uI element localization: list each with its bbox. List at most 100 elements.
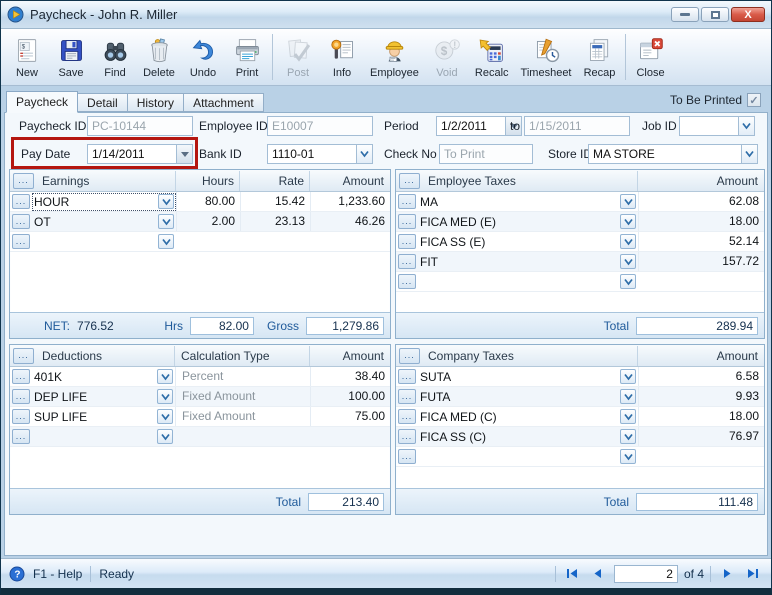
cell-amount[interactable]: 6.58	[638, 367, 764, 386]
delete-button[interactable]: Delete	[137, 30, 181, 84]
row-name-cell[interactable]: FIT	[418, 253, 638, 271]
row-dropdown-button[interactable]	[620, 369, 636, 384]
row-name-cell[interactable]: SUP LIFE	[32, 408, 175, 426]
row-name-cell[interactable]: FICA SS (E)	[418, 233, 638, 251]
row-dropdown-button[interactable]	[157, 429, 173, 444]
undo-button[interactable]: Undo	[181, 30, 225, 84]
info-button[interactable]: Info	[320, 30, 364, 84]
cell-amount[interactable]: 75.00	[310, 407, 390, 426]
row-ellipsis-button[interactable]: ...	[12, 429, 30, 444]
job-id-dropdown-button[interactable]	[738, 117, 754, 135]
grid-options-button[interactable]: ...	[13, 348, 34, 364]
row-name-cell[interactable]	[418, 273, 638, 291]
bank-id-combo[interactable]: 1110-01	[267, 144, 373, 164]
cell-amount[interactable]: 46.26	[310, 212, 390, 231]
store-id-combo[interactable]: MA STORE	[588, 144, 758, 164]
grid-options-button[interactable]: ...	[399, 348, 420, 364]
row-dropdown-button[interactable]	[157, 409, 173, 424]
job-id-combo[interactable]	[679, 116, 755, 136]
row-ellipsis-button[interactable]: ...	[398, 369, 416, 384]
row-ellipsis-button[interactable]: ...	[12, 409, 30, 424]
row-dropdown-button[interactable]	[620, 194, 636, 209]
to-be-printed-checkbox[interactable]	[747, 93, 761, 107]
row-ellipsis-button[interactable]: ...	[398, 234, 416, 249]
row-dropdown-button[interactable]	[620, 449, 636, 464]
cell-amount[interactable]: 76.97	[638, 427, 764, 446]
row-ellipsis-button[interactable]: ...	[398, 194, 416, 209]
row-name-cell[interactable]	[32, 428, 175, 446]
minimize-button[interactable]	[671, 7, 699, 22]
row-name-cell[interactable]: FICA MED (E)	[418, 213, 638, 231]
row-name-cell[interactable]: HOUR	[32, 193, 176, 211]
cell-amount[interactable]: 18.00	[638, 407, 764, 426]
cell-amount[interactable]: 52.14	[638, 232, 764, 251]
cell-amount[interactable]: 157.72	[638, 252, 764, 271]
cell-amount[interactable]: 38.40	[310, 367, 390, 386]
save-button[interactable]: Save	[49, 30, 93, 84]
employee-button[interactable]: Employee	[364, 30, 425, 84]
row-dropdown-button[interactable]	[620, 254, 636, 269]
cell-amount[interactable]: 18.00	[638, 212, 764, 231]
store-id-dropdown-button[interactable]	[741, 145, 757, 163]
page-number-input[interactable]: 2	[614, 565, 678, 583]
timesheet-button[interactable]: Timesheet	[515, 30, 578, 84]
pay-date-combo[interactable]: 1/14/2011	[87, 144, 193, 164]
last-page-button[interactable]	[743, 565, 763, 583]
tab-attachment[interactable]: Attachment	[184, 93, 264, 112]
row-dropdown-button[interactable]	[157, 369, 173, 384]
row-name-cell[interactable]: SUTA	[418, 368, 638, 386]
row-ellipsis-button[interactable]: ...	[398, 409, 416, 424]
row-dropdown-button[interactable]	[157, 389, 173, 404]
cell-hours[interactable]: 80.00	[176, 192, 240, 211]
row-name-cell[interactable]: FICA SS (C)	[418, 428, 638, 446]
row-name-cell[interactable]: FUTA	[418, 388, 638, 406]
row-dropdown-button[interactable]	[620, 429, 636, 444]
row-dropdown-button[interactable]	[158, 194, 174, 209]
cell-rate[interactable]: 23.13	[240, 212, 310, 231]
row-ellipsis-button[interactable]: ...	[398, 449, 416, 464]
row-ellipsis-button[interactable]: ...	[398, 214, 416, 229]
cell-amount[interactable]: 62.08	[638, 192, 764, 211]
row-name-cell[interactable]: FICA MED (C)	[418, 408, 638, 426]
row-ellipsis-button[interactable]: ...	[12, 214, 30, 229]
row-ellipsis-button[interactable]: ...	[12, 194, 30, 209]
print-button[interactable]: Print	[225, 30, 269, 84]
cell-calculation-type[interactable]: Percent	[175, 367, 310, 386]
row-dropdown-button[interactable]	[620, 409, 636, 424]
row-dropdown-button[interactable]	[620, 234, 636, 249]
cell-amount[interactable]: 9.93	[638, 387, 764, 406]
new-button[interactable]: $ New	[5, 30, 49, 84]
row-dropdown-button[interactable]	[158, 234, 174, 249]
row-name-cell[interactable]: OT	[32, 213, 176, 231]
row-ellipsis-button[interactable]: ...	[12, 389, 30, 404]
close-window-button[interactable]: X	[731, 7, 765, 22]
cell-amount[interactable]: 100.00	[310, 387, 390, 406]
pay-date-dropdown-arrow-icon[interactable]	[176, 145, 192, 163]
maximize-button[interactable]	[701, 7, 729, 22]
close-button[interactable]: Close	[629, 30, 673, 84]
row-ellipsis-button[interactable]: ...	[398, 429, 416, 444]
tab-history[interactable]: History	[128, 93, 184, 112]
cell-hours[interactable]: 2.00	[176, 212, 240, 231]
cell-calculation-type[interactable]: Fixed Amount	[175, 407, 310, 426]
row-ellipsis-button[interactable]: ...	[12, 234, 30, 249]
row-name-cell[interactable]	[418, 448, 638, 466]
row-dropdown-button[interactable]	[158, 214, 174, 229]
row-ellipsis-button[interactable]: ...	[12, 369, 30, 384]
cell-rate[interactable]: 15.42	[240, 192, 310, 211]
row-ellipsis-button[interactable]: ...	[398, 274, 416, 289]
row-name-cell[interactable]	[32, 233, 176, 251]
recalc-button[interactable]: Recalc	[469, 30, 515, 84]
row-dropdown-button[interactable]	[620, 274, 636, 289]
tab-detail[interactable]: Detail	[78, 93, 128, 112]
grid-options-button[interactable]: ...	[13, 173, 34, 189]
next-page-button[interactable]	[717, 565, 737, 583]
cell-calculation-type[interactable]: Fixed Amount	[175, 387, 310, 406]
first-page-button[interactable]	[562, 565, 582, 583]
row-dropdown-button[interactable]	[620, 214, 636, 229]
row-ellipsis-button[interactable]: ...	[398, 254, 416, 269]
row-name-cell[interactable]: DEP LIFE	[32, 388, 175, 406]
tab-paycheck[interactable]: Paycheck	[6, 91, 78, 113]
recap-button[interactable]: Recap	[578, 30, 622, 84]
grid-options-button[interactable]: ...	[399, 173, 420, 189]
